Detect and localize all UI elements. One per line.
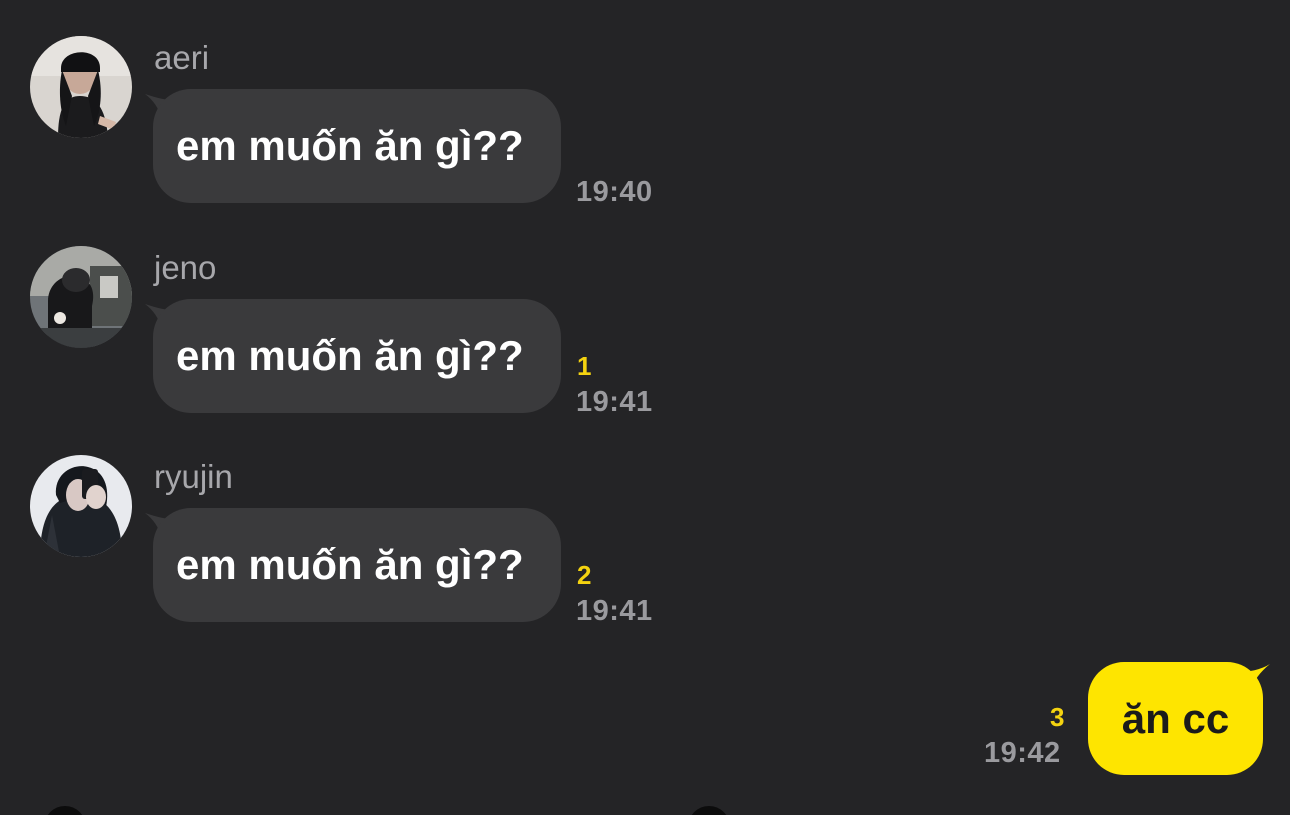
message-time: 19:41	[576, 386, 653, 418]
sender-name: aeri	[154, 39, 210, 76]
avatar-ryujin-photo-icon	[30, 455, 132, 557]
message-time: 19:42	[984, 737, 1061, 769]
message-bubble[interactable]: em muốn ăn gì??	[153, 508, 561, 622]
message-time: 19:41	[576, 595, 653, 627]
message-bubble[interactable]: em muốn ăn gì??	[153, 299, 561, 413]
bubble-tail	[1236, 664, 1270, 692]
message-time: 19:40	[576, 176, 653, 208]
next-avatar-partial	[44, 806, 86, 815]
sender-name: ryujin	[154, 458, 233, 495]
unread-count: 3	[1050, 702, 1065, 732]
message-bubble[interactable]: em muốn ăn gì??	[153, 89, 561, 203]
unread-count: 1	[577, 351, 592, 381]
avatar-jeno-photo-icon	[30, 246, 132, 348]
chat-screen: aeri em muốn ăn gì?? 19:40 jeno em muốn …	[0, 0, 1290, 815]
unread-count: 2	[577, 560, 592, 590]
sender-name: jeno	[154, 249, 217, 286]
next-element-partial	[688, 806, 730, 815]
avatar[interactable]	[30, 246, 132, 348]
avatar-aeri-photo-icon	[30, 36, 132, 138]
avatar[interactable]	[30, 455, 132, 557]
avatar[interactable]	[30, 36, 132, 138]
